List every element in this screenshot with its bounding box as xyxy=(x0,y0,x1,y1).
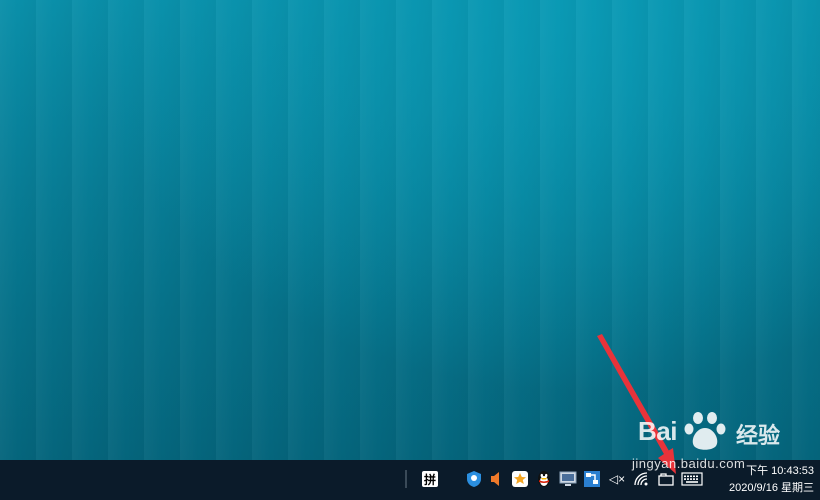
tray-separator xyxy=(405,470,407,488)
keyboard-folder-icon[interactable] xyxy=(656,469,676,489)
speaker-orange-icon[interactable] xyxy=(486,469,506,489)
qq-penguin-icon[interactable] xyxy=(534,469,554,489)
display-icon[interactable] xyxy=(558,469,578,489)
volume-muted-icon[interactable]: ◁× xyxy=(606,469,628,489)
desktop-wallpaper xyxy=(0,0,820,460)
network-app-icon[interactable] xyxy=(582,469,602,489)
clock-date: 2020/9/16 星期三 xyxy=(729,482,814,494)
star-app-icon[interactable] xyxy=(510,469,530,489)
security-shield-icon[interactable] xyxy=(464,469,484,489)
touch-keyboard-icon[interactable] xyxy=(680,469,704,489)
ime-pinyin-icon[interactable]: 拼 xyxy=(422,471,438,487)
system-clock[interactable]: 下午 10:43:53 2020/9/16 星期三 xyxy=(716,463,814,497)
wifi-icon[interactable] xyxy=(632,469,652,489)
clock-time: 下午 10:43:53 xyxy=(746,465,814,477)
taskbar: 拼 ◁× 下午 10:43:53 2020/9/16 星期三 xyxy=(0,460,820,500)
